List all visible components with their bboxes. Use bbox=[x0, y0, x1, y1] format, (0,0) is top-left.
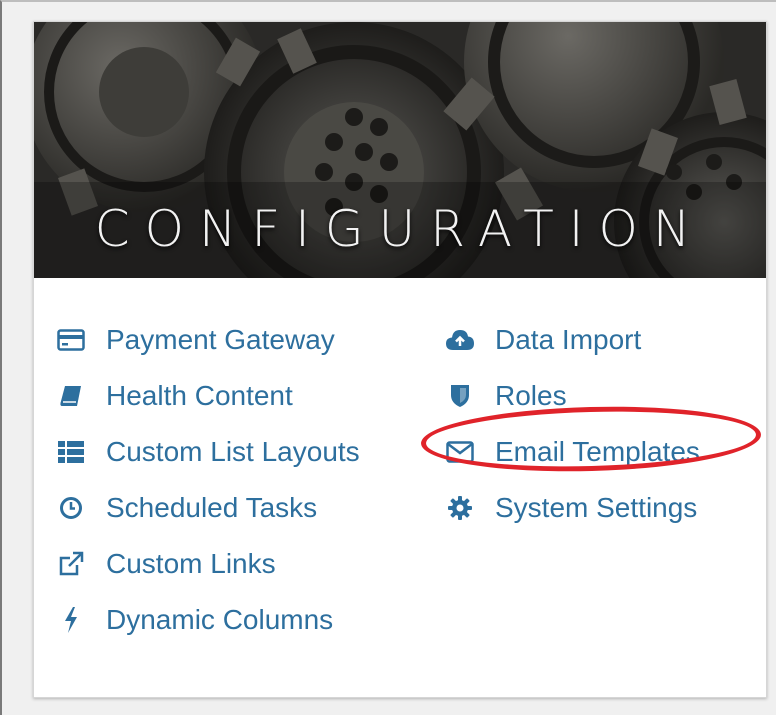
book-icon bbox=[56, 381, 86, 411]
link-email-templates[interactable]: Email Templates bbox=[445, 424, 700, 480]
external-link-icon bbox=[56, 549, 86, 579]
envelope-icon bbox=[445, 437, 475, 467]
bolt-icon bbox=[56, 605, 86, 635]
link-label: Data Import bbox=[495, 324, 642, 355]
link-system-settings[interactable]: System Settings bbox=[445, 480, 700, 536]
configuration-card: CONFIGURATION Payment Gateway Health Con… bbox=[33, 21, 767, 698]
link-label: System Settings bbox=[495, 492, 698, 523]
link-scheduled-tasks[interactable]: Scheduled Tasks bbox=[56, 480, 360, 536]
list-icon bbox=[56, 437, 86, 467]
cloud-upload-icon bbox=[445, 325, 475, 355]
link-label: Custom List Layouts bbox=[106, 436, 360, 467]
banner-title: CONFIGURATION bbox=[94, 200, 706, 258]
link-data-import[interactable]: Data Import bbox=[445, 312, 700, 368]
gear-icon bbox=[445, 493, 475, 523]
link-label: Health Content bbox=[106, 380, 293, 411]
left-links-column: Payment Gateway Health Content Custom Li… bbox=[56, 312, 360, 648]
link-custom-list-layouts[interactable]: Custom List Layouts bbox=[56, 424, 360, 480]
shield-icon bbox=[445, 381, 475, 411]
right-links-column: Data Import Roles Email Templates System… bbox=[445, 312, 700, 536]
configuration-banner: CONFIGURATION bbox=[34, 22, 766, 278]
link-payment-gateway[interactable]: Payment Gateway bbox=[56, 312, 360, 368]
link-health-content[interactable]: Health Content bbox=[56, 368, 360, 424]
link-label: Payment Gateway bbox=[106, 324, 335, 355]
link-label: Custom Links bbox=[106, 548, 276, 579]
link-label: Scheduled Tasks bbox=[106, 492, 318, 523]
link-dynamic-columns[interactable]: Dynamic Columns bbox=[56, 592, 360, 648]
link-custom-links[interactable]: Custom Links bbox=[56, 536, 360, 592]
link-label: Dynamic Columns bbox=[106, 604, 334, 635]
clock-icon bbox=[56, 493, 86, 523]
credit-card-icon bbox=[56, 325, 86, 355]
link-roles[interactable]: Roles bbox=[445, 368, 700, 424]
link-label: Email Templates bbox=[495, 436, 700, 467]
link-label: Roles bbox=[495, 380, 567, 411]
